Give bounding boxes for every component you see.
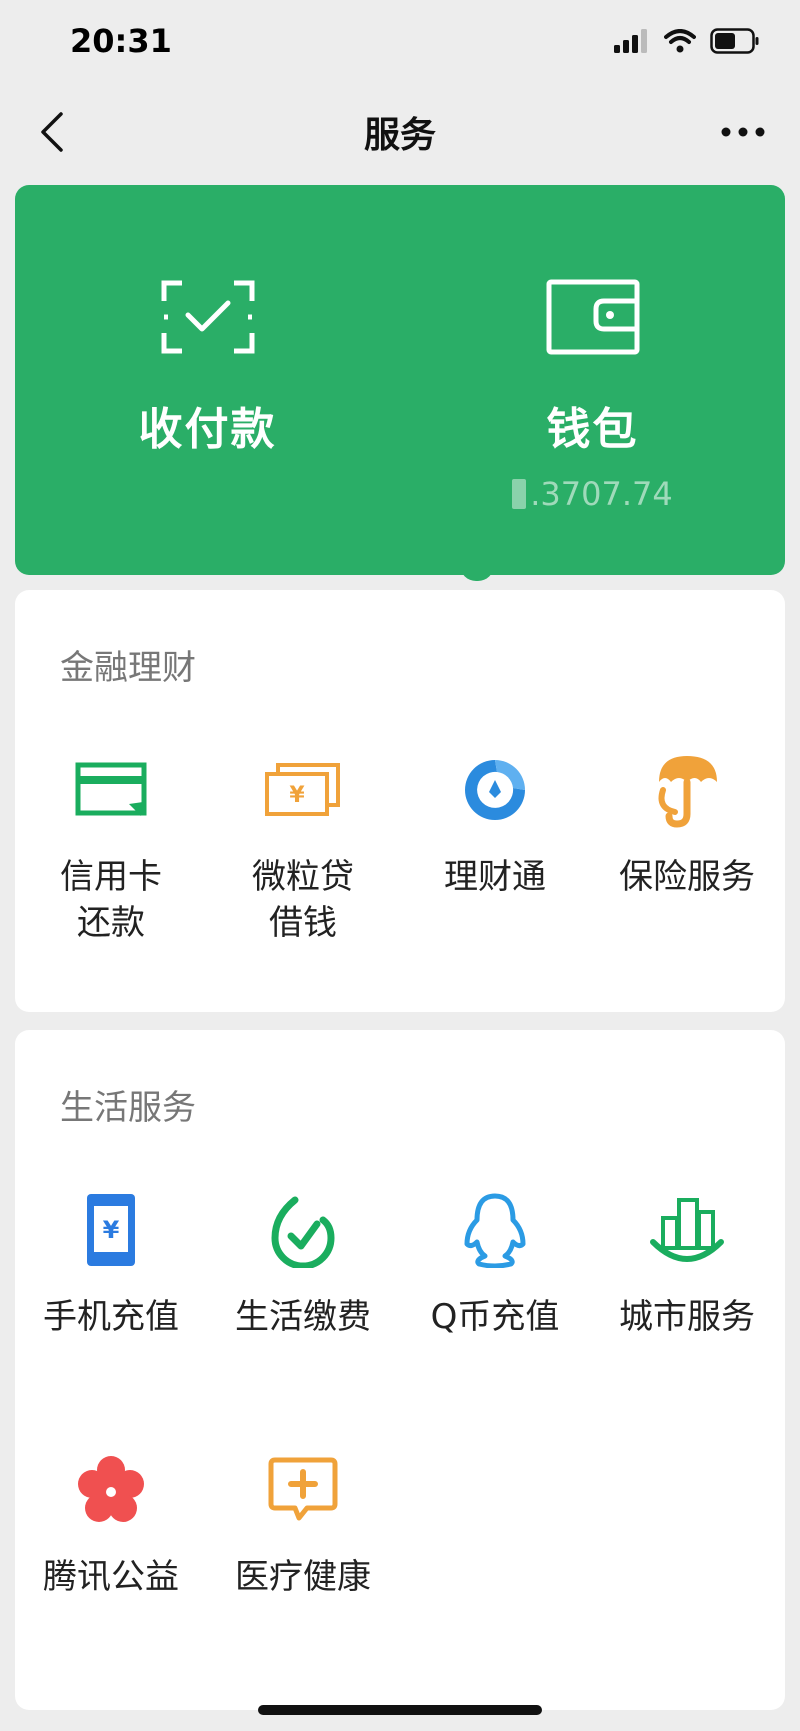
q-coin-recharge-item[interactable]: Q币充值 xyxy=(399,1190,591,1340)
insurance-item[interactable]: 保险服务 xyxy=(591,750,783,946)
medical-health-item[interactable]: 医疗健康 xyxy=(207,1450,399,1600)
status-bar: 20:31 xyxy=(0,0,800,90)
wallet-balance: .3707.74 xyxy=(512,475,673,513)
utility-payment-item[interactable]: 生活缴费 xyxy=(207,1190,399,1340)
nav-bar: 服务 xyxy=(0,90,800,180)
wifi-icon xyxy=(664,29,696,53)
life-section: 生活服务 ¥ 手机充值 生活缴费 Q币充值 城市服务 腾讯公益 医疗健康 xyxy=(15,1030,785,1710)
finance-grid: 信用卡 还款 ¥ 微粒贷 借钱 理财通 保险服务 xyxy=(15,750,785,946)
pay-receive-button[interactable]: 收付款 xyxy=(15,185,400,575)
grid-label: 生活缴费 xyxy=(235,1297,371,1337)
city-services-item[interactable]: 城市服务 xyxy=(591,1190,783,1340)
status-icons xyxy=(614,28,760,54)
status-time: 20:31 xyxy=(70,22,172,60)
wallet-card: 收付款 钱包 .3707.74 xyxy=(15,185,785,575)
grid-label: 医疗健康 xyxy=(235,1557,371,1597)
grid-label: Q币充值 xyxy=(430,1297,560,1337)
svg-text:¥: ¥ xyxy=(289,783,305,808)
weilidai-loan-item[interactable]: ¥ 微粒贷 借钱 xyxy=(207,750,399,946)
balance-mask xyxy=(512,479,527,509)
card-notch xyxy=(460,565,494,581)
pay-receive-label: 收付款 xyxy=(138,404,277,455)
scan-check-icon xyxy=(158,277,258,357)
licaitong-item[interactable]: 理财通 xyxy=(399,750,591,946)
page-title: 服务 xyxy=(363,115,436,156)
more-button[interactable] xyxy=(708,102,778,162)
grid-label: 微粒贷 借钱 xyxy=(252,857,354,943)
grid-label: 理财通 xyxy=(444,857,546,897)
insurance-umbrella-icon xyxy=(647,750,727,830)
credit-card-icon xyxy=(71,750,151,830)
life-grid-row-1: ¥ 手机充值 生活缴费 Q币充值 城市服务 xyxy=(15,1190,785,1340)
more-dots-icon xyxy=(721,127,765,137)
wallet-icon xyxy=(543,277,643,357)
section-title: 生活服务 xyxy=(60,1088,196,1128)
life-grid-row-2: 腾讯公益 医疗健康 xyxy=(15,1450,785,1600)
credit-card-repay-item[interactable]: 信用卡 还款 xyxy=(15,750,207,946)
svg-text:¥: ¥ xyxy=(103,1216,120,1244)
tencent-charity-item[interactable]: 腾讯公益 xyxy=(15,1450,207,1600)
grid-label: 信用卡 还款 xyxy=(60,857,162,943)
home-indicator[interactable] xyxy=(258,1705,542,1715)
medical-cross-icon xyxy=(263,1450,343,1530)
wallet-button[interactable]: 钱包 .3707.74 xyxy=(400,185,785,575)
charity-flower-icon xyxy=(71,1450,151,1530)
yuan-bills-icon: ¥ xyxy=(263,750,343,830)
city-buildings-icon xyxy=(647,1190,727,1270)
battery-icon xyxy=(710,28,759,54)
section-title: 金融理财 xyxy=(60,648,196,688)
grid-label: 腾讯公益 xyxy=(43,1557,179,1597)
balance-value: .3707.74 xyxy=(530,475,673,513)
utility-payment-icon xyxy=(263,1190,343,1270)
phone-recharge-icon: ¥ xyxy=(71,1190,151,1270)
grid-label: 保险服务 xyxy=(619,857,755,897)
phone-recharge-item[interactable]: ¥ 手机充值 xyxy=(15,1190,207,1340)
qq-penguin-icon xyxy=(455,1190,535,1270)
licaitong-icon xyxy=(455,750,535,830)
signal-icon xyxy=(614,29,647,53)
wallet-label: 钱包 xyxy=(546,404,639,455)
grid-label: 城市服务 xyxy=(619,1297,755,1337)
finance-section: 金融理财 信用卡 还款 ¥ 微粒贷 借钱 理财通 保险服务 xyxy=(15,590,785,1012)
grid-label: 手机充值 xyxy=(43,1297,179,1337)
